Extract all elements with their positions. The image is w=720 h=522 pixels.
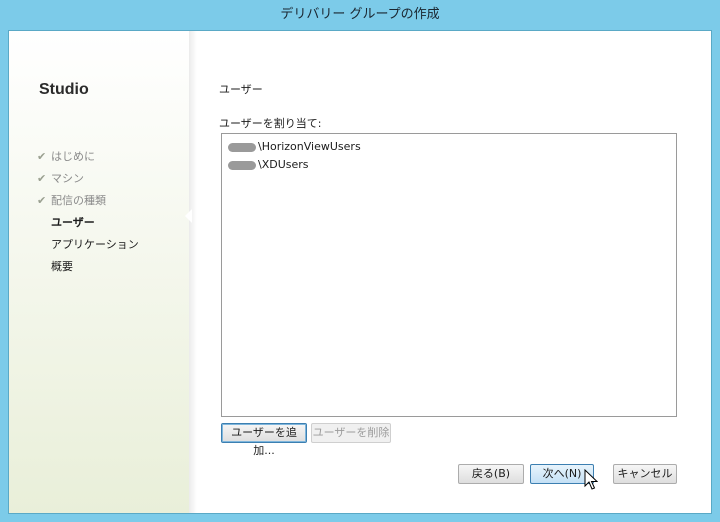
- pane-divider: [189, 31, 197, 513]
- window-title: デリバリー グループの作成: [280, 7, 440, 22]
- assigned-users-list[interactable]: \HorizonViewUsers \XDUsers: [221, 133, 677, 417]
- remove-user-button[interactable]: ユーザーを削除: [311, 423, 391, 443]
- step-label: ユーザー: [51, 216, 95, 229]
- wizard-sidebar: Studio ✔ はじめに ✔ マシン ✔ 配信の種類 ユーザー アプリケーショ…: [9, 31, 189, 513]
- back-button[interactable]: 戻る(B): [458, 464, 524, 484]
- mouse-pointer-icon: [584, 469, 598, 490]
- section-title: ユーザー: [219, 83, 263, 96]
- app-name: Studio: [39, 81, 89, 98]
- step-machines[interactable]: ✔ マシン: [37, 168, 187, 190]
- assign-users-label: ユーザーを割り当て:: [219, 117, 322, 130]
- list-item[interactable]: \XDUsers: [226, 156, 672, 174]
- step-label: 概要: [51, 260, 73, 273]
- step-label: 配信の種類: [51, 194, 106, 207]
- step-label: はじめに: [51, 150, 95, 163]
- user-name: \XDUsers: [258, 158, 309, 171]
- step-label: アプリケーション: [51, 238, 139, 251]
- title-bar: デリバリー グループの作成: [0, 0, 720, 30]
- check-icon: ✔: [37, 172, 47, 185]
- redacted-domain: [228, 143, 256, 152]
- cancel-button[interactable]: キャンセル: [613, 464, 677, 484]
- step-summary: 概要: [37, 256, 187, 278]
- current-step-pointer: [185, 209, 192, 223]
- add-user-button[interactable]: ユーザーを追加...: [221, 423, 307, 457]
- wizard-window: Studio ✔ はじめに ✔ マシン ✔ 配信の種類 ユーザー アプリケーショ…: [8, 30, 712, 514]
- step-delivery-type[interactable]: ✔ 配信の種類: [37, 190, 187, 212]
- user-name: \HorizonViewUsers: [258, 140, 361, 153]
- step-list: ✔ はじめに ✔ マシン ✔ 配信の種類 ユーザー アプリケーション 概要: [37, 146, 187, 278]
- check-icon: ✔: [37, 150, 47, 163]
- step-label: マシン: [51, 172, 84, 185]
- redacted-domain: [228, 161, 256, 170]
- step-introduction[interactable]: ✔ はじめに: [37, 146, 187, 168]
- list-item[interactable]: \HorizonViewUsers: [226, 138, 672, 156]
- step-applications: アプリケーション: [37, 234, 187, 256]
- check-icon: ✔: [37, 194, 47, 207]
- step-users[interactable]: ユーザー: [37, 212, 187, 234]
